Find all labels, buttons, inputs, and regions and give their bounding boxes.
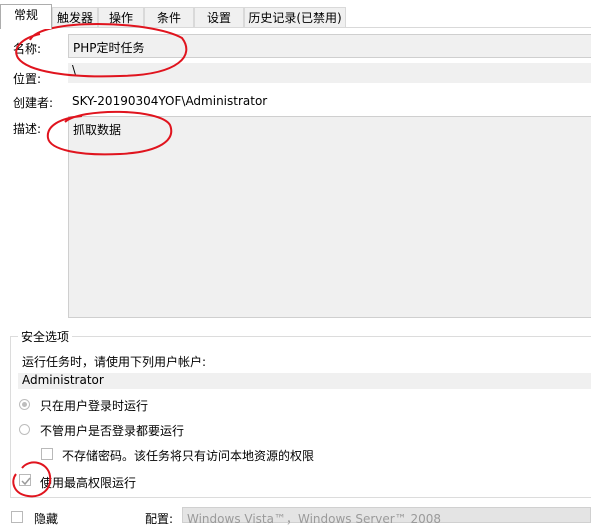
user-account-value: Administrator xyxy=(22,373,104,387)
checkmark-icon xyxy=(21,477,31,486)
tab-divider xyxy=(0,27,591,28)
tab-triggers[interactable]: 触发器 xyxy=(52,7,98,28)
checkbox-hidden-label: 隐藏 xyxy=(34,512,59,526)
radio-whether-logged-on-label: 不管用户是否登录都要运行 xyxy=(40,424,185,438)
radio-whether-logged-on[interactable] xyxy=(19,424,30,435)
user-account-field: Administrator xyxy=(18,373,591,389)
config-select[interactable]: Windows Vista™，Windows Server™ 2008 xyxy=(182,507,591,526)
location-field: \ xyxy=(68,63,591,83)
tab-general[interactable]: 常规 xyxy=(0,4,52,29)
tab-settings[interactable]: 设置 xyxy=(194,7,244,28)
checkbox-highest-privileges[interactable] xyxy=(19,474,31,486)
location-label: 位置: xyxy=(13,72,42,86)
security-options-title: 安全选项 xyxy=(18,328,73,345)
run-as-text: 运行任务时，请使用下列用户帐户: xyxy=(22,355,207,369)
description-field[interactable]: 抓取数据 xyxy=(68,116,591,318)
tab-bar: 常规 触发器 操作 条件 设置 历史记录(已禁用) xyxy=(0,4,591,29)
tab-history[interactable]: 历史记录(已禁用) xyxy=(244,7,346,28)
name-label: 名称: xyxy=(13,42,42,56)
checkbox-do-not-store-password[interactable] xyxy=(41,448,53,460)
description-value: 抓取数据 xyxy=(73,123,122,137)
config-value: Windows Vista™，Windows Server™ 2008 xyxy=(187,512,442,526)
description-label: 描述: xyxy=(13,122,42,136)
author-value: SKY-20190304YOF\Administrator xyxy=(72,94,268,108)
checkbox-hidden[interactable] xyxy=(11,511,23,523)
tab-conditions[interactable]: 条件 xyxy=(144,7,194,28)
author-label: 创建者: xyxy=(13,96,54,110)
name-value: PHP定时任务 xyxy=(73,41,145,55)
radio-logged-on-only[interactable] xyxy=(19,399,30,410)
radio-logged-on-only-label: 只在用户登录时运行 xyxy=(40,399,149,413)
name-field[interactable]: PHP定时任务 xyxy=(68,34,591,58)
checkbox-highest-privileges-label: 使用最高权限运行 xyxy=(40,476,137,490)
location-value: \ xyxy=(72,63,77,77)
checkbox-do-not-store-password-label: 不存储密码。该任务将只有访问本地资源的权限 xyxy=(62,449,315,463)
config-label: 配置: xyxy=(145,512,174,526)
radio-selected-dot xyxy=(22,402,27,407)
tab-actions[interactable]: 操作 xyxy=(98,7,144,28)
